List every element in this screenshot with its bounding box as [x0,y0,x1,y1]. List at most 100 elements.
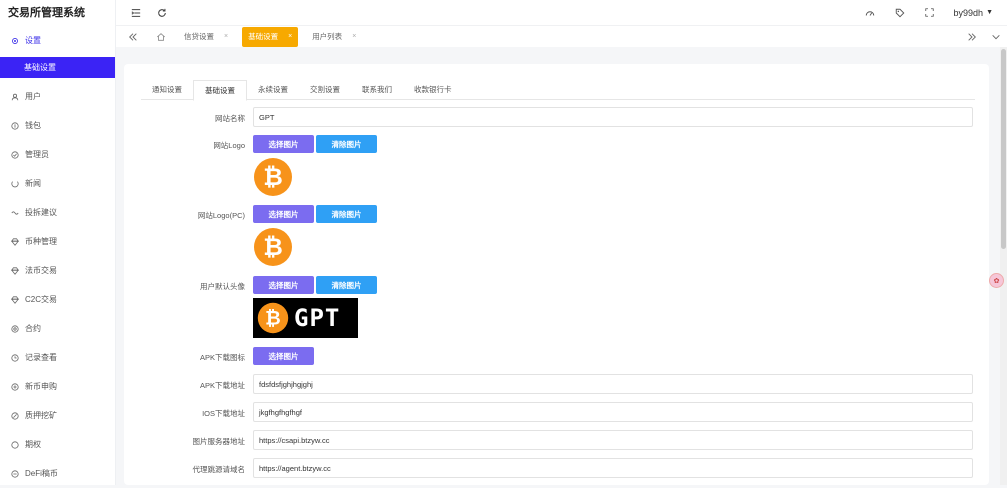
svg-text:₿: ₿ [265,306,281,329]
settings-panel: 通知设置 基础设置 永续设置 交割设置 联系我们 收款银行卡 网站名称 GPT … [124,64,989,485]
app-title: 交易所管理系统 [8,7,85,19]
site-logo-control: 选择图片 清除图片 ₿ [253,135,379,197]
coin-icon [11,237,19,246]
gear-icon [11,37,19,45]
site-logo-pc-label: 网站Logo(PC) [197,211,245,220]
ios-url-input[interactable]: jkgfhgfhgfhgf [253,402,973,422]
sidebar-item-label: 新币申购 [25,382,57,391]
page-tab-label: 信贷设置 [184,32,214,41]
close-icon[interactable]: × [224,33,228,40]
sidebar-item-label: 质押挖矿 [25,411,57,420]
site-logo-label: 网站Logo [213,141,245,150]
sidebar-item-settings[interactable]: 设置 [0,26,115,55]
sidebar-item-contract[interactable]: 合约 [0,314,115,343]
user-icon [11,93,19,101]
choose-image-button[interactable]: 选择图片 [253,347,314,365]
choose-image-button[interactable]: 选择图片 [253,205,314,223]
clear-image-button[interactable]: 清除图片 [316,205,377,223]
image-server-label: 图片服务器地址 [192,437,246,446]
sidebar-item-coin-management[interactable]: 币种管理 [0,227,115,256]
apk-url-input[interactable]: fdsfdsfjghjhgjghj [253,374,973,394]
home-icon[interactable] [154,30,168,44]
sidebar-item-c2c-trade[interactable]: C2C交易 [0,285,115,314]
page-tab-user-list[interactable]: 用户列表 × [306,27,362,47]
default-avatar-label: 用户默认头像 [200,282,245,291]
contract-icon [11,324,19,333]
admin-icon [11,150,19,159]
news-icon [11,180,19,188]
dashboard-icon[interactable] [864,7,876,19]
sidebar-item-label: 投拆建议 [25,208,57,217]
svg-text:₿: ₿ [263,163,283,191]
tab-scroll-right-icon[interactable] [965,30,979,44]
site-name-input[interactable]: GPT [253,107,973,127]
close-icon[interactable]: × [352,33,356,40]
sidebar-item-label: 钱包 [25,121,41,130]
apk-url-label: APK下载地址 [199,381,245,390]
sidebar-item-label: 记录查看 [25,353,57,362]
page-tab-credit-settings[interactable]: 信贷设置 × [178,27,234,47]
default-avatar-control: 选择图片 清除图片 ₿ GPT [253,276,379,338]
choose-image-button[interactable]: 选择图片 [253,135,314,153]
sidebar-item-label: 管理员 [25,150,49,159]
sidebar-item-label: 币种管理 [25,237,57,246]
feedback-icon [11,209,19,217]
sidebar-item-basic-settings[interactable]: 基础设置 [0,57,115,78]
tab-perpetual-settings[interactable]: 永续设置 [247,80,299,100]
agent-domain-input[interactable]: https://agent.btzyw.cc [253,458,973,478]
sidebar-item-mining[interactable]: 质押挖矿 [0,401,115,430]
choose-image-button[interactable]: 选择图片 [253,276,314,294]
scrollbar-thumb[interactable] [1001,49,1006,249]
sidebar-item-defi[interactable]: DeFi稿币 [0,459,115,488]
tab-delivery-settings[interactable]: 交割设置 [299,80,351,100]
top-bar: by99dh ▼ [116,0,1007,25]
clear-image-button[interactable]: 清除图片 [316,276,377,294]
svg-text:₿: ₿ [263,233,283,261]
sidebar-item-feedback[interactable]: 投拆建议 [0,198,115,227]
defi-icon [11,469,19,478]
sidebar-item-label: 期权 [25,440,41,449]
tab-bank-cards[interactable]: 收款银行卡 [403,80,463,100]
clear-image-button[interactable]: 清除图片 [316,135,377,153]
page-scrollbar[interactable] [1000,47,1007,485]
sidebar-item-label: 法币交易 [25,266,57,275]
bitcoin-logo-image: ₿ [257,302,289,334]
sidebar-item-label: 用户 [25,92,41,101]
refresh-icon[interactable] [156,7,168,19]
mining-icon [11,411,19,420]
sidebar-item-label: 合约 [25,324,41,333]
agent-domain-label: 代理跳源请域名 [192,465,246,474]
sidebar-item-admin[interactable]: 管理员 [0,140,115,169]
chevron-down-icon[interactable] [989,30,1003,44]
page-tab-basic-settings[interactable]: 基础设置 × [242,26,299,47]
tab-scroll-left-icon[interactable] [126,30,140,44]
sidebar-item-new-coin[interactable]: 新币申购 [0,372,115,401]
tab-contact-us[interactable]: 联系我们 [351,80,403,100]
user-menu[interactable]: by99dh ▼ [954,8,993,18]
tab-basic-settings[interactable]: 基础设置 [193,80,247,101]
close-icon[interactable]: × [288,33,292,40]
floating-assistant-icon[interactable]: ✿ [989,273,1004,288]
sidebar-item-label: DeFi稿币 [25,469,58,478]
sidebar-item-option[interactable]: 期权 [0,430,115,459]
option-icon [11,440,19,449]
username: by99dh [953,7,984,18]
tab-notification-settings[interactable]: 通知设置 [141,80,193,100]
sidebar-item-wallet[interactable]: 钱包 [0,111,115,140]
fullscreen-icon[interactable] [924,7,936,19]
page-tab-label: 基础设置 [248,32,279,41]
image-server-input[interactable]: https://csapi.btzyw.cc [253,430,973,450]
newcoin-icon [11,382,19,391]
sidebar-item-records[interactable]: 记录查看 [0,343,115,372]
sidebar-item-label: 新闻 [25,179,41,188]
sidebar-menu: 设置 基础设置 用户 钱包 管理员 新闻 投拆建议 币种管理 法币交易 C2C交… [0,26,115,488]
sidebar-item-users[interactable]: 用户 [0,82,115,111]
tag-icon[interactable] [894,7,906,19]
c2c-icon [11,295,19,304]
sidebar-item-news[interactable]: 新闻 [0,169,115,198]
fiat-icon [11,266,19,275]
gpt-banner-text: GPT [294,304,341,332]
sidebar-item-fiat-trade[interactable]: 法币交易 [0,256,115,285]
record-icon [11,353,19,362]
menu-fold-icon[interactable] [130,7,142,19]
